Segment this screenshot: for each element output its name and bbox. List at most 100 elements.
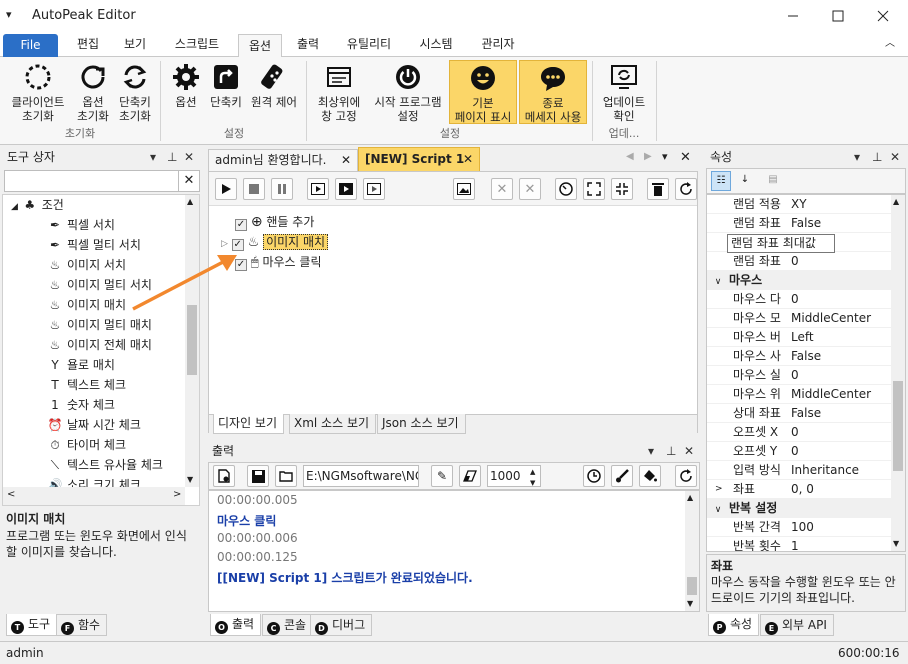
target-button[interactable] (555, 178, 577, 200)
scroll-up-icon[interactable]: ▲ (893, 197, 899, 206)
tab-xml-view[interactable]: Xml 소스 보기 (289, 414, 377, 434)
toolbox-scrollbar[interactable]: ▲ ▼ (185, 195, 199, 487)
menu-view[interactable]: 보기 (115, 32, 155, 57)
property-row[interactable]: 마우스 실 0 (707, 366, 891, 385)
timestamp-button[interactable] (583, 465, 605, 487)
check-update-button[interactable]: 업데이트 확인 (596, 63, 652, 123)
trash-button[interactable] (647, 178, 669, 200)
save-log-button[interactable] (247, 465, 269, 487)
toolbox-item[interactable]: ♨ 이미지 전체 매치 (47, 335, 152, 355)
property-row[interactable]: 반복 간격 100 (707, 518, 891, 537)
categorized-button[interactable]: ☷ (711, 171, 731, 191)
property-row[interactable]: 랜덤 좌표 False (707, 214, 891, 233)
property-row[interactable]: 마우스 버 Left (707, 328, 891, 347)
filter-button[interactable]: ✎ (431, 465, 453, 487)
toolbox-item[interactable]: ⟍ 텍스트 유사율 체크 (47, 455, 163, 475)
property-row[interactable]: 오프셋 Y 0 (707, 442, 891, 461)
fill-button[interactable] (639, 465, 661, 487)
reload-button[interactable] (675, 178, 697, 200)
tab-console[interactable]: C 콘솔 (262, 614, 314, 636)
menu-utility[interactable]: 유틸리티 (338, 32, 400, 57)
property-row[interactable]: 오프셋 X 0 (707, 423, 891, 442)
brush-button[interactable] (611, 465, 633, 487)
property-row[interactable]: 입력 방식 Inheritance (707, 461, 891, 480)
tab-welcome[interactable]: admin님 환영합니다. ✕ (208, 149, 358, 171)
reset-client-button[interactable]: 클라이언트 초기화 (4, 63, 72, 123)
editor-close-icon[interactable]: ✕ (680, 150, 691, 165)
tab-script[interactable]: [NEW] Script 1 ✕ (358, 147, 480, 171)
scroll-right-icon[interactable]: > (173, 489, 181, 500)
menu-edit[interactable]: 편집 (68, 32, 108, 57)
property-category[interactable]: ∨ 반복 설정 (707, 499, 891, 518)
shortcut-button[interactable]: 단축키 (206, 63, 246, 109)
max-lines-input[interactable]: 1000 ▲ ▼ (487, 465, 541, 487)
menu-system[interactable]: 시스템 (410, 32, 462, 57)
panel-menu-icon[interactable]: ▾ (854, 146, 860, 168)
property-row[interactable]: 상대 좌표 False (707, 404, 891, 423)
always-on-top-button[interactable]: 최상위에 창 고정 (312, 63, 366, 123)
checkbox-checked-icon[interactable]: ✓ (235, 219, 247, 231)
tab-design-view[interactable]: 디자인 보기 (213, 414, 285, 434)
step-button[interactable] (363, 178, 385, 200)
property-row[interactable]: 마우스 다 0 (707, 290, 891, 309)
pin-icon[interactable]: ⊥ (666, 440, 676, 462)
toolbox-item[interactable]: ♨ 이미지 매치 (47, 295, 126, 315)
panel-menu-icon[interactable]: ▾ (648, 440, 654, 462)
scroll-left-icon[interactable]: < (7, 489, 15, 500)
tab-debug[interactable]: D 디버그 (310, 614, 373, 636)
log-path-input[interactable]: E:\NGMsoftware\NG (303, 465, 419, 487)
run-selected-button[interactable] (335, 178, 357, 200)
scroll-up-icon[interactable]: ▲ (687, 493, 693, 502)
property-row[interactable]: 마우스 사 False (707, 347, 891, 366)
collapse-button[interactable] (611, 178, 633, 200)
toolbox-item[interactable]: ♨ 이미지 서치 (47, 255, 126, 275)
tab-scroll-right-icon[interactable]: ▶ (644, 151, 652, 162)
show-default-page-button[interactable]: 기본 페이지 표시 (449, 60, 517, 124)
panel-close-icon[interactable]: ✕ (890, 146, 900, 168)
stop-button[interactable] (243, 178, 265, 200)
tab-list-icon[interactable]: ▾ (662, 150, 668, 163)
node-add-handle[interactable]: ✓ ⊕ 핸들 추가 (235, 213, 314, 231)
collapse-ribbon-icon[interactable]: ︿ (880, 32, 900, 57)
new-log-button[interactable] (213, 465, 235, 487)
toolbox-hscrollbar[interactable]: < > (3, 487, 185, 505)
toolbox-item[interactable]: ✒ 픽셀 서치 (47, 215, 115, 235)
expand-arrow-icon[interactable]: > (715, 480, 723, 499)
menu-admin[interactable]: 관리자 (472, 32, 524, 57)
toolbox-item[interactable]: ♨ 이미지 멀티 매치 (47, 315, 152, 335)
toolbox-search-input[interactable] (4, 170, 180, 192)
collapse-arrow-icon[interactable]: ◢ (11, 202, 18, 212)
eraser-button[interactable] (459, 465, 481, 487)
clear-button[interactable]: ✕ (519, 178, 541, 200)
reset-options-button[interactable]: 옵션 초기화 (72, 63, 114, 123)
property-row[interactable]: 랜덤 좌표 최대값 (707, 233, 891, 253)
panel-menu-icon[interactable]: ▾ (150, 146, 156, 168)
scroll-down-icon[interactable]: ▼ (187, 475, 193, 484)
startup-program-button[interactable]: 시작 프로그램 설정 (368, 63, 448, 123)
tab-close-icon[interactable]: ✕ (341, 150, 351, 170)
run-from-button[interactable] (307, 178, 329, 200)
sort-alpha-button[interactable]: ↓ (735, 171, 755, 191)
menu-options[interactable]: 옵션 (238, 34, 282, 58)
exit-message-button[interactable]: 종료 메세지 사용 (519, 60, 587, 124)
scroll-down-icon[interactable]: ▼ (687, 599, 693, 608)
tab-output[interactable]: O 출력 (210, 614, 262, 636)
pin-icon[interactable]: ⊥ (167, 146, 177, 168)
refresh-log-button[interactable] (675, 465, 697, 487)
tab-external-api[interactable]: E 외부 API (760, 614, 834, 636)
capture-button[interactable] (453, 178, 475, 200)
property-row[interactable]: 반복 횟수 1 (707, 537, 891, 551)
menu-output[interactable]: 출력 (288, 32, 328, 57)
delete-node-button[interactable]: ✕ (491, 178, 513, 200)
property-row[interactable]: 랜덤 좌표 0 (707, 252, 891, 271)
panel-close-icon[interactable]: ✕ (184, 146, 194, 168)
tab-tools[interactable]: T 도구 (6, 614, 58, 636)
properties-scrollbar[interactable]: ▲ ▼ (891, 195, 905, 551)
system-menu-icon[interactable]: ▾ (6, 8, 12, 21)
toolbox-item[interactable]: T 텍스트 체크 (47, 375, 126, 395)
scroll-down-icon[interactable]: ▼ (893, 539, 899, 548)
reset-shortcut-button[interactable]: 단축키 초기화 (114, 63, 156, 123)
close-button[interactable] (860, 0, 906, 32)
property-row[interactable]: 마우스 모 MiddleCenter (707, 309, 891, 328)
toolbox-item[interactable]: ⏱ 타이머 체크 (47, 435, 126, 455)
